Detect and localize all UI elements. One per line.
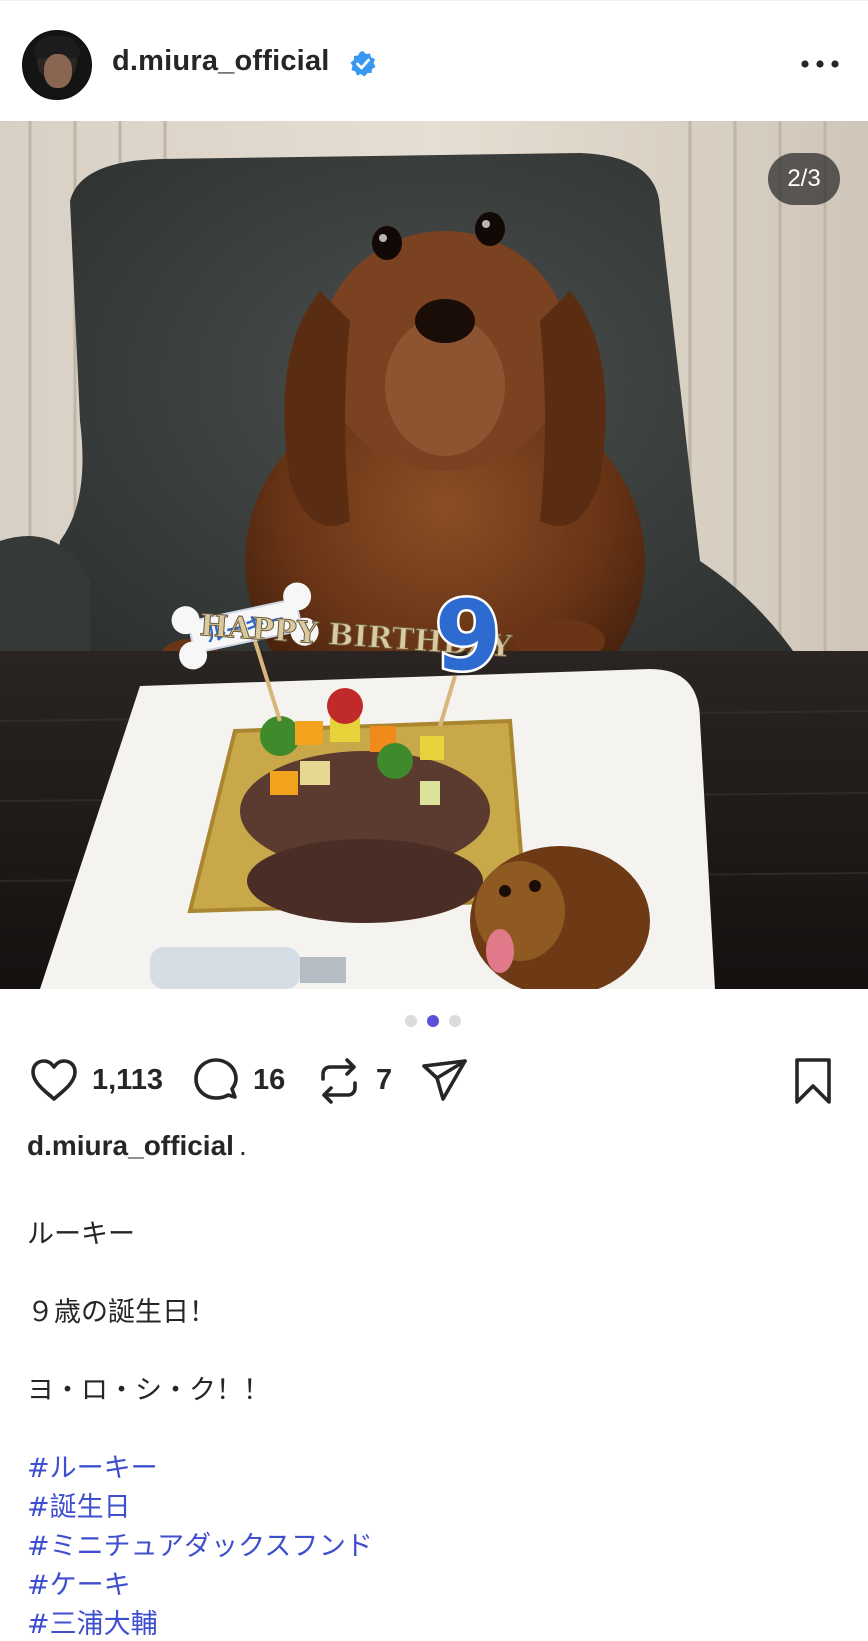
avatar-face	[44, 54, 72, 88]
repost-count[interactable]: 7	[376, 1064, 392, 1097]
post-header: d.miura_official	[0, 0, 868, 121]
more-horizontal-icon[interactable]	[800, 56, 840, 72]
hashtag-link[interactable]: #ルーキー	[27, 1446, 158, 1485]
hashtag-link[interactable]: #誕生日	[27, 1485, 131, 1524]
avatar[interactable]	[22, 30, 92, 100]
repost-icon[interactable]	[314, 1056, 364, 1106]
like-count[interactable]: 1,113	[92, 1064, 163, 1097]
comment-count[interactable]: 16	[253, 1064, 285, 1097]
caption-line: ヨ・ロ・シ・ク！！	[27, 1375, 270, 1406]
action-bar: 1,113 16 7	[0, 1052, 868, 1108]
caption-line: ルーキー	[27, 1219, 135, 1250]
carousel-dot[interactable]	[405, 1015, 417, 1027]
heart-icon[interactable]	[29, 1056, 79, 1106]
carousel-dot[interactable]	[449, 1015, 461, 1027]
hashtag-link[interactable]: #ミニチュアダックスフンド	[27, 1524, 373, 1563]
caption-username[interactable]: d.miura_official	[27, 1130, 234, 1161]
carousel-indicator	[405, 1015, 465, 1027]
carousel-dot-active[interactable]	[427, 1015, 439, 1027]
dog-birthday-photo: ルーキー HAPPY BIRTHDAY 9	[0, 121, 868, 989]
hashtag-link[interactable]: #ケーキ	[27, 1563, 131, 1602]
hashtag-link[interactable]: #三浦大輔	[27, 1602, 158, 1641]
media-counter: 2/3	[768, 153, 840, 205]
verified-badge-icon	[350, 51, 376, 77]
caption-line: ９歳の誕生日！	[27, 1297, 216, 1328]
username[interactable]: d.miura_official	[112, 45, 330, 78]
comment-icon[interactable]	[191, 1056, 241, 1106]
candle-number: 9	[435, 580, 502, 692]
share-icon[interactable]	[420, 1056, 470, 1106]
post-photo[interactable]: ルーキー HAPPY BIRTHDAY 9 2/3	[0, 121, 868, 989]
caption-suffix: .	[239, 1130, 247, 1161]
bookmark-icon[interactable]	[788, 1056, 838, 1106]
